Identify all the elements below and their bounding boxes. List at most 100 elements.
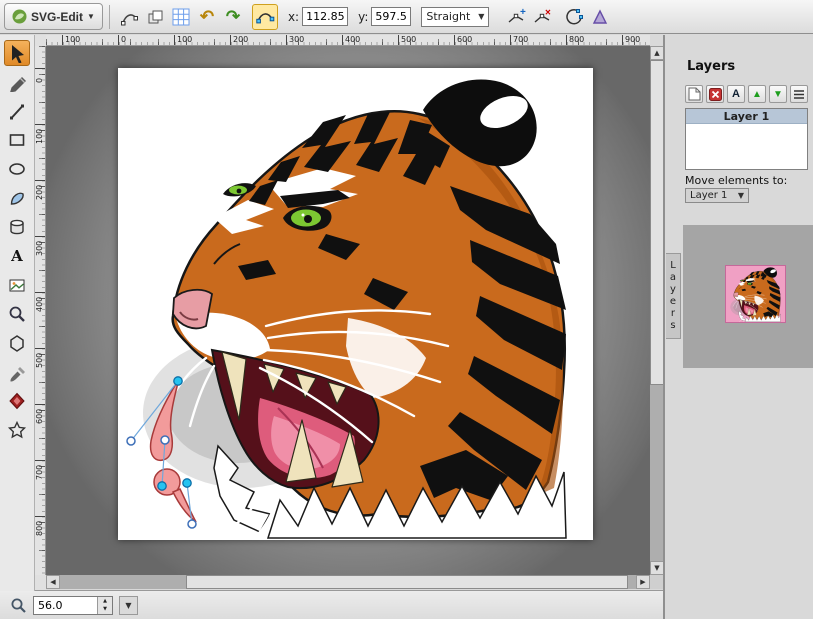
move-elements-label: Move elements to:	[685, 174, 787, 187]
path-anchor-node[interactable]	[158, 482, 166, 490]
zoom-tool[interactable]	[4, 301, 30, 327]
rect-tool[interactable]	[4, 127, 30, 153]
side-tab-label: Layers	[670, 260, 676, 332]
control-handle[interactable]	[127, 437, 135, 445]
path-shape-icon	[7, 188, 27, 208]
rename-layer-button[interactable]: A	[727, 85, 745, 103]
tiger-artwork[interactable]	[143, 80, 566, 540]
line-icon	[7, 101, 27, 121]
redo-icon[interactable]: ↷	[220, 4, 246, 30]
edit-node-icon[interactable]	[116, 4, 142, 30]
ruler-number: 500	[401, 35, 416, 44]
rename-a-icon: A	[732, 88, 740, 100]
new-page-icon	[688, 87, 701, 101]
rectangle-icon	[7, 130, 27, 150]
cylinder-tool[interactable]	[4, 214, 30, 240]
diamond-ornament-icon	[7, 391, 27, 411]
svg-text:+: +	[520, 7, 526, 18]
zoom-decrease-button[interactable]: ▼	[97, 605, 112, 614]
zoom-presets-dropdown[interactable]: ▼	[119, 596, 138, 615]
ruler-number: 0	[35, 75, 44, 86]
layers-panel: Layers Layers A ▲ ▼ Layer 1 Move element…	[663, 35, 813, 619]
ruler-number: 400	[35, 301, 44, 312]
link-control-points-icon[interactable]	[252, 4, 278, 30]
vertical-scroll-thumb[interactable]	[650, 60, 664, 385]
tool-palette: A	[0, 35, 35, 591]
control-handle[interactable]	[161, 436, 169, 444]
x-coordinate-label: x:	[288, 10, 299, 24]
line-tool[interactable]	[4, 98, 30, 124]
layer-row-layer1[interactable]: Layer 1	[686, 109, 807, 124]
delete-layer-button[interactable]	[706, 85, 724, 103]
layer-thumbnail-image	[726, 266, 785, 322]
x-coordinate-input[interactable]	[302, 7, 348, 26]
segment-type-select[interactable]: Straight ▼	[421, 7, 489, 27]
pencil-icon	[7, 72, 27, 92]
top-toolbar: SVG-Edit ▼ ↶ ↷ x: y: Straight ▼ + ×	[0, 0, 813, 34]
y-coordinate-input[interactable]	[371, 7, 411, 26]
ruler-number: 600	[35, 413, 44, 424]
scroll-down-button[interactable]: ▼	[650, 561, 664, 575]
path-anchor-node[interactable]	[183, 479, 191, 487]
ruler-number: 100	[177, 35, 192, 44]
svg-text:×: ×	[545, 7, 551, 18]
ruler-number: 700	[513, 35, 528, 44]
chevron-down-icon: ▼	[125, 601, 131, 610]
logo-label: SVG-Edit	[31, 10, 83, 24]
delete-node-icon[interactable]: ×	[529, 4, 555, 30]
path-anchor-node[interactable]	[174, 377, 182, 385]
svg-edit-logo-icon	[12, 9, 27, 24]
layers-panel-toggle-tab[interactable]: Layers	[666, 253, 681, 339]
list-icon	[793, 89, 805, 100]
eyedropper-tool[interactable]	[4, 359, 30, 385]
ellipse-tool[interactable]	[4, 156, 30, 182]
eyedropper-icon	[7, 362, 27, 382]
zoom-icon	[10, 597, 27, 614]
image-tool[interactable]	[4, 272, 30, 298]
zoom-spinner: ▲ ▼	[33, 596, 113, 615]
status-bar: ▲ ▼ ▼	[0, 590, 663, 619]
pencil-tool[interactable]	[4, 69, 30, 95]
grid-icon[interactable]	[168, 4, 194, 30]
path-tool[interactable]	[4, 185, 30, 211]
cursor-arrow-icon	[7, 43, 27, 63]
drawing-canvas[interactable]	[118, 68, 593, 540]
vertical-ruler: 0 100 200 300 400 500 600 700 800	[35, 46, 46, 575]
horizontal-ruler: 100 0 100 200 300 400 500 600 700 800 90…	[46, 35, 650, 46]
reorient-path-icon[interactable]	[587, 4, 613, 30]
scroll-up-button[interactable]: ▲	[650, 46, 664, 60]
ruler-number: 100	[65, 35, 80, 44]
open-path-icon[interactable]	[561, 4, 587, 30]
lower-layer-button[interactable]: ▼	[769, 85, 787, 103]
ruler-number: 800	[569, 35, 584, 44]
undo-icon[interactable]: ↶	[194, 4, 220, 30]
ruler-number: 300	[35, 245, 44, 256]
control-handle[interactable]	[188, 520, 196, 528]
layer-list-button[interactable]	[790, 85, 808, 103]
workspace[interactable]	[46, 46, 650, 575]
scroll-right-button[interactable]: ▶	[636, 575, 650, 589]
clone-icon[interactable]	[142, 4, 168, 30]
raise-layer-button[interactable]: ▲	[748, 85, 766, 103]
text-tool[interactable]: A	[4, 243, 30, 269]
select-tool[interactable]	[4, 40, 30, 66]
new-layer-button[interactable]	[685, 85, 703, 103]
move-layer-select[interactable]: Layer 1 ▼	[685, 188, 749, 203]
hexagon-icon	[7, 333, 27, 353]
ruler-number: 800	[35, 525, 44, 536]
horizontal-scroll-thumb[interactable]	[186, 575, 628, 589]
main-menu-button[interactable]: SVG-Edit ▼	[4, 3, 103, 30]
chevron-down-icon: ▼	[738, 191, 744, 200]
add-node-icon[interactable]: +	[503, 4, 529, 30]
scroll-left-button[interactable]: ◀	[46, 575, 60, 589]
star-icon	[7, 420, 27, 440]
layer-thumbnail[interactable]	[726, 266, 785, 322]
ruler-number: 0	[121, 35, 126, 44]
zoom-input[interactable]	[34, 597, 96, 614]
arrow-up-icon: ▲	[752, 89, 762, 100]
shapelib-tool[interactable]	[4, 388, 30, 414]
ruler-number: 200	[35, 189, 44, 200]
ruler-corner	[35, 575, 46, 591]
polygon-tool[interactable]	[4, 330, 30, 356]
star-tool[interactable]	[4, 417, 30, 443]
